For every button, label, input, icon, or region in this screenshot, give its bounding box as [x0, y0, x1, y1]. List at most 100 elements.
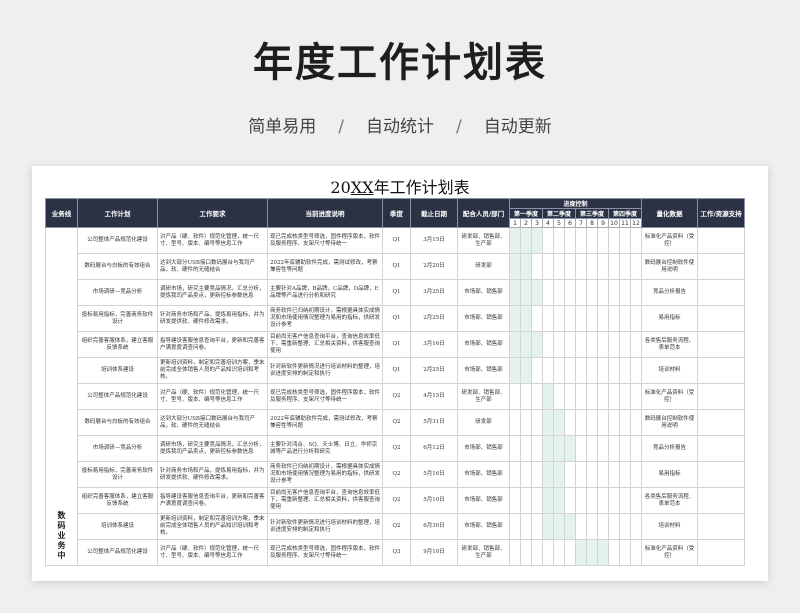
- quarter-cell: Q2: [382, 513, 411, 540]
- gantt-cell: [509, 409, 521, 436]
- gantt-cell: [619, 539, 631, 566]
- gantt-cell: [575, 409, 587, 436]
- team-cell: 市场部、销售部: [457, 487, 510, 514]
- tagline-separator: /: [338, 117, 344, 137]
- team-cell: 市场部、销售部: [457, 357, 510, 384]
- gantt-cell: [608, 305, 620, 332]
- progress-note-cell: 现已完成核类型号筛选，固件程序版本，软件及服务程序、支架尺寸等待统一: [267, 227, 383, 254]
- title-suffix: 年工作计划表: [373, 178, 470, 197]
- header-team: 配合人员/部门: [457, 198, 510, 228]
- quant-data-cell: 各类售后服务流程、表单范本: [641, 487, 698, 514]
- gantt-cell: [531, 279, 543, 306]
- gantt-cell: [586, 279, 598, 306]
- progress-note-cell: 针对新软件更新情况进行培训材料的整理，培训进度安排的制定和执行: [267, 357, 383, 384]
- progress-note-cell: 现已完成核类型号筛选，固件程序版本，软件及服务程序、支架尺寸等待统一: [267, 383, 383, 410]
- table-row: 数码展台与白板的有效组合 达到大部分USB接口数码展台与我司产品，软、硬件的无缝结…: [46, 409, 745, 436]
- gantt-cell: [509, 227, 521, 254]
- gantt-cell: [531, 253, 543, 280]
- gantt-cell: [553, 461, 565, 488]
- header-month: 4: [542, 218, 554, 228]
- gantt-cell: [553, 357, 565, 384]
- gantt-cell: [520, 227, 532, 254]
- gantt-cell: [597, 253, 609, 280]
- tagline-auto-update: 自动更新: [483, 117, 552, 137]
- gantt-cell: [509, 539, 521, 566]
- deadline-cell: 5月16日: [410, 461, 458, 488]
- team-cell: 市场部、销售部: [457, 513, 510, 540]
- gantt-cell: [597, 305, 609, 332]
- team-cell: 市场部、销售部: [457, 461, 510, 488]
- header-month: 5: [553, 218, 565, 228]
- gantt-cell: [619, 331, 631, 358]
- deadline-cell: 3月16日: [410, 331, 458, 358]
- deadline-cell: 5月31日: [410, 409, 458, 436]
- header-q2: 第二季度: [542, 208, 576, 219]
- gantt-cell: [630, 331, 642, 358]
- gantt-cell: [520, 539, 532, 566]
- header-deadline: 截止日期: [410, 198, 458, 228]
- requirement-cell: 对产品（硬、软件）规范化管理，统一尺寸、型号、版本、编号等信息工作: [157, 227, 268, 254]
- gantt-cell: [564, 409, 576, 436]
- gantt-cell: [542, 331, 554, 358]
- progress-note-cell: 2022年底辅助软件完成，需测试修改，考察兼容性等问题: [267, 409, 383, 436]
- resource-support-cell: [697, 513, 745, 540]
- gantt-cell: [542, 253, 554, 280]
- gantt-cell: [553, 305, 565, 332]
- header-month: 3: [531, 218, 543, 228]
- progress-note-cell: 2022年底辅助软件完成，需测试修改，考察兼容性等问题: [267, 253, 383, 280]
- gantt-cell: [597, 357, 609, 384]
- requirement-cell: 对产品（硬、软件）规范化管理，统一尺寸、型号、版本、编号等信息工作: [157, 383, 268, 410]
- gantt-cell: [586, 253, 598, 280]
- deadline-cell: 5月10日: [410, 487, 458, 514]
- header-month: 12: [630, 218, 642, 228]
- quant-data-cell: 培训材料: [641, 513, 698, 540]
- gantt-cell: [531, 331, 543, 358]
- gantt-cell: [531, 357, 543, 384]
- gantt-cell: [553, 331, 565, 358]
- resource-support-cell: [697, 539, 745, 566]
- tagline-separator: /: [456, 117, 462, 137]
- gantt-cell: [509, 279, 521, 306]
- work-plan-cell: 数码展台与白板的有效组合: [77, 253, 158, 280]
- gantt-cell: [630, 305, 642, 332]
- gantt-cell: [630, 435, 642, 462]
- gantt-cell: [564, 487, 576, 514]
- quarter-cell: Q1: [382, 227, 411, 254]
- gantt-cell: [520, 305, 532, 332]
- header-month: 10: [608, 218, 620, 228]
- gantt-cell: [575, 435, 587, 462]
- team-cell: 市场部、销售部: [457, 305, 510, 332]
- work-plan-cell: 数码展台与白板的有效组合: [77, 409, 158, 436]
- resource-support-cell: [697, 409, 745, 436]
- gantt-cell: [586, 461, 598, 488]
- gantt-cell: [520, 357, 532, 384]
- deadline-cell: 9月10日: [410, 539, 458, 566]
- header-month: 8: [586, 218, 598, 228]
- gantt-cell: [608, 409, 620, 436]
- quant-data-cell: 数码展台控制软件使用说明: [641, 253, 698, 280]
- gantt-cell: [553, 513, 565, 540]
- table-row: 公司整体产品规范化建设 对产品（硬、软件）规范化管理，统一尺寸、型号、版本、编号等…: [46, 539, 745, 566]
- work-plan-cell: 组织完善客服体系，建立客服反馈系统: [77, 487, 158, 514]
- gantt-cell: [619, 305, 631, 332]
- sheet-title: 20XX年工作计划表: [32, 174, 768, 198]
- gantt-cell: [608, 539, 620, 566]
- gantt-cell: [597, 227, 609, 254]
- gantt-cell: [619, 383, 631, 410]
- work-plan-cell: 市场调研—竞品分析: [77, 435, 158, 462]
- team-cell: 研发部: [457, 253, 510, 280]
- gantt-cell: [575, 331, 587, 358]
- gantt-cell: [619, 227, 631, 254]
- gantt-cell: [509, 305, 521, 332]
- team-cell: 市场部、销售部: [457, 331, 510, 358]
- table-row: 投标易用指标，完善商务软件设计 针对商务市场和产品，提炼易用指标，并为研发提供软、…: [46, 305, 745, 332]
- quant-data-cell: 竞品分析报告: [641, 435, 698, 462]
- deadline-cell: 3月15日: [410, 227, 458, 254]
- work-plan-cell: 培训体系建设: [77, 357, 158, 384]
- gantt-cell: [553, 227, 565, 254]
- team-cell: 市场部、销售部: [457, 279, 510, 306]
- header-q3: 第三季度: [575, 208, 609, 219]
- gantt-cell: [509, 253, 521, 280]
- header-month: 11: [619, 218, 631, 228]
- gantt-cell: [575, 305, 587, 332]
